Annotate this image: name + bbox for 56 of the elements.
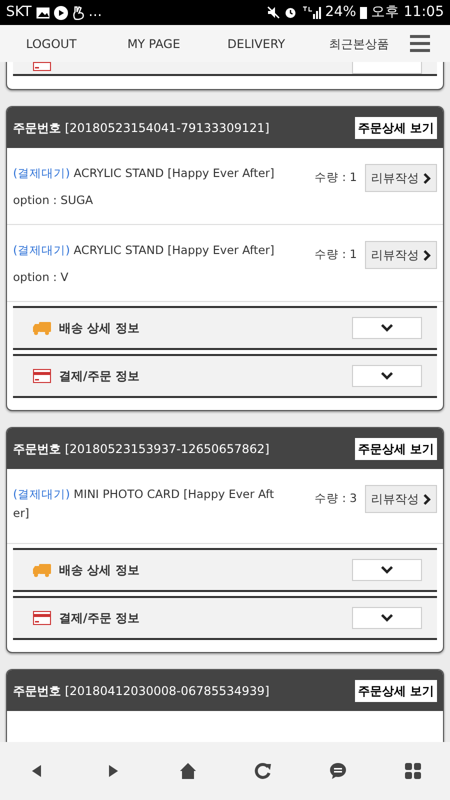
credit-card-icon (33, 369, 51, 383)
menu-icon[interactable] (410, 35, 430, 52)
option-text: option : V (13, 269, 70, 286)
review-button[interactable]: 리뷰작성 (365, 485, 437, 513)
chevron-down-icon (381, 614, 393, 622)
apps-icon[interactable] (404, 762, 422, 780)
hand-icon (72, 6, 85, 20)
truck-icon (33, 321, 51, 335)
image-icon (36, 6, 50, 18)
section-title: 결제/주문 정보 (59, 368, 140, 385)
order-number: 주문번호 [20180523154041-79133309121] (13, 120, 270, 136)
dropdown-toggle[interactable] (352, 365, 422, 387)
quantity-text: 수량 : 3 (314, 490, 357, 508)
chevron-right-icon (423, 172, 431, 184)
product-name: (결제대기) ACRYLIC STAND [Happy Ever After] (13, 242, 275, 259)
chevron-down-icon (381, 566, 393, 574)
quantity-text: 수량 : 1 (314, 169, 357, 186)
order-detail-button[interactable]: 주문상세 보기 (354, 438, 437, 460)
nav-link[interactable]: LOGOUT (0, 34, 102, 52)
dropdown-toggle[interactable] (352, 607, 422, 629)
reload-icon[interactable] (254, 762, 272, 780)
mute-icon (267, 6, 280, 19)
truck-icon (33, 563, 51, 577)
quantity-text: 수량 : 1 (314, 246, 357, 264)
more-label: ... (88, 3, 102, 22)
dropdown-toggle[interactable] (352, 559, 422, 581)
alarm-icon (284, 6, 298, 19)
credit-card-icon (33, 611, 51, 625)
product-name: (결제대기) MINI PHOTO CARD [Happy Ever After] (13, 486, 275, 522)
battery-label: 24% (325, 3, 356, 22)
battery-icon (360, 6, 368, 19)
clock-label: 오후 11:05 (371, 3, 444, 22)
section-title: 배송 상세 정보 (59, 562, 140, 579)
order-detail-button[interactable]: 주문상세 보기 (354, 680, 437, 702)
option-text: option : SUGA (13, 192, 94, 209)
chat-icon[interactable] (328, 762, 346, 780)
chevron-down-icon (381, 372, 393, 380)
chevron-right-icon (423, 250, 431, 260)
dropdown-toggle[interactable] (352, 317, 422, 339)
signal-icon (301, 6, 322, 19)
play-icon (54, 6, 68, 20)
carrier-label: SKT (6, 3, 32, 22)
nav-link[interactable]: 최근본상품 (308, 34, 410, 52)
nav-link[interactable]: DELIVERY (205, 34, 308, 52)
product-name: (결제대기) ACRYLIC STAND [Happy Ever After] (13, 165, 275, 182)
order-number: 주문번호 [20180412030008-06785534939] (13, 682, 270, 700)
section-title: 배송 상세 정보 (59, 320, 140, 337)
review-button[interactable]: 리뷰작성 (365, 241, 437, 269)
chevron-right-icon (423, 494, 431, 504)
chevron-down-icon (381, 324, 393, 332)
order-number: 주문번호 [20180523153937-12650657862] (13, 440, 270, 458)
nav-link[interactable]: MY PAGE (102, 34, 205, 52)
order-detail-button[interactable]: 주문상세 보기 (354, 116, 437, 138)
home-icon[interactable] (178, 762, 196, 780)
section-title: 결제/주문 정보 (59, 610, 140, 627)
review-button[interactable]: 리뷰작성 (365, 164, 437, 192)
